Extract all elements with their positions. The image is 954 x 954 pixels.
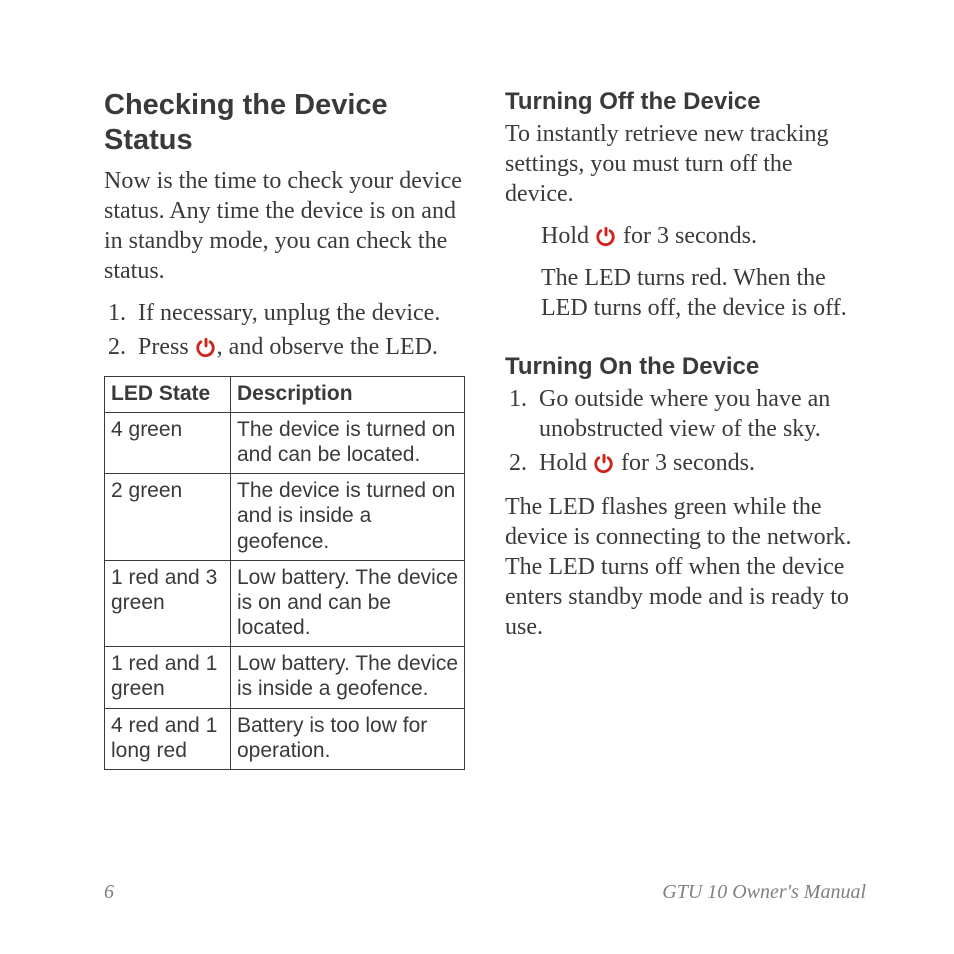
cell-state: 1 red and 1 green <box>105 647 231 708</box>
steps-checking-status: If necessary, unplug the device. Press ,… <box>104 298 465 362</box>
cell-desc: The device is turned on and is inside a … <box>231 474 465 561</box>
left-column: Checking the Device Status Now is the ti… <box>104 88 465 770</box>
table-row: 4 red and 1 long red Battery is too low … <box>105 708 465 769</box>
right-column: Turning Off the Device To instantly retr… <box>505 88 866 770</box>
heading-checking-status: Checking the Device Status <box>104 88 465 158</box>
heading-turning-off: Turning Off the Device <box>505 88 866 117</box>
cell-state: 4 green <box>105 412 231 473</box>
hold-text-b: for 3 seconds. <box>617 223 757 249</box>
intro-checking-status: Now is the time to check your device sta… <box>104 166 465 286</box>
step-on-2: Hold for 3 seconds. <box>533 448 866 478</box>
power-icon <box>593 452 615 474</box>
cell-state: 4 red and 1 long red <box>105 708 231 769</box>
hold-instruction-off: Hold for 3 seconds. <box>541 221 866 251</box>
table-row: 1 red and 1 green Low battery. The devic… <box>105 647 465 708</box>
step-1: If necessary, unplug the device. <box>132 298 465 328</box>
intro-turning-off: To instantly retrieve new tracking setti… <box>505 119 866 209</box>
power-icon <box>195 336 217 358</box>
steps-turning-on: Go outside where you have an unobstructe… <box>505 384 866 478</box>
step-2-text-b: , and observe the LED. <box>217 334 438 360</box>
led-state-table: LED State Description 4 green The device… <box>104 376 465 770</box>
th-description: Description <box>231 376 465 412</box>
page-number: 6 <box>104 881 114 904</box>
heading-turning-on: Turning On the Device <box>505 353 866 382</box>
step-2: Press , and observe the LED. <box>132 332 465 362</box>
cell-desc: Low battery. The device is inside a geof… <box>231 647 465 708</box>
step-2-text-a: Press <box>138 334 195 360</box>
cell-desc: Battery is too low for operation. <box>231 708 465 769</box>
cell-desc: Low battery. The device is on and can be… <box>231 560 465 647</box>
cell-desc: The device is turned on and can be locat… <box>231 412 465 473</box>
after-turning-on: The LED flashes green while the device i… <box>505 492 866 642</box>
hold-text-a: Hold <box>541 223 595 249</box>
cell-state: 1 red and 3 green <box>105 560 231 647</box>
step-on-2-text-a: Hold <box>539 450 593 476</box>
result-off: The LED turns red. When the LED turns of… <box>541 263 866 323</box>
step-on-2-text-b: for 3 seconds. <box>615 450 755 476</box>
manual-page: Checking the Device Status Now is the ti… <box>0 0 954 770</box>
table-row: 4 green The device is turned on and can … <box>105 412 465 473</box>
table-row: 2 green The device is turned on and is i… <box>105 474 465 561</box>
step-on-1: Go outside where you have an unobstructe… <box>533 384 866 444</box>
cell-state: 2 green <box>105 474 231 561</box>
page-footer: 6 GTU 10 Owner's Manual <box>104 881 866 904</box>
power-icon <box>595 225 617 247</box>
manual-title: GTU 10 Owner's Manual <box>662 881 866 904</box>
table-row: 1 red and 3 green Low battery. The devic… <box>105 560 465 647</box>
th-led-state: LED State <box>105 376 231 412</box>
